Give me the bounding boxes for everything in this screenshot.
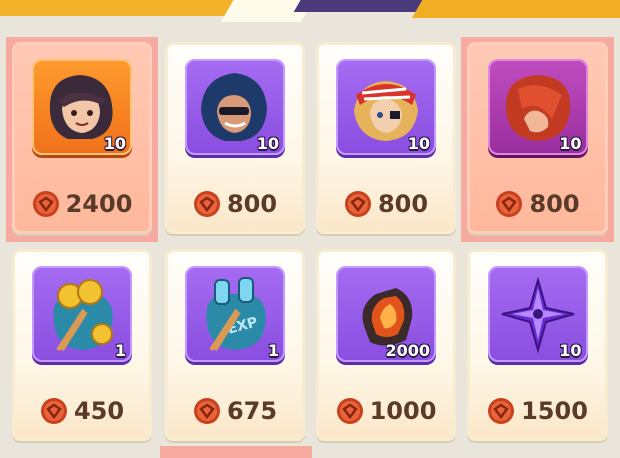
item-price: 800 <box>226 190 278 218</box>
price-tag: 675 <box>168 394 302 428</box>
item-quantity: 1 <box>267 341 279 360</box>
item-quantity: 10 <box>559 134 582 153</box>
item-tile: EXP 1 <box>185 266 285 362</box>
price-tag: 450 <box>15 394 149 428</box>
price-tag: 1500 <box>470 394 605 428</box>
coin-icon <box>344 191 371 217</box>
item-tile: 2000 <box>336 266 436 362</box>
shop-item-card[interactable]: 10 2400 <box>12 42 152 234</box>
coin-icon <box>193 398 220 424</box>
price-tag: 800 <box>319 187 453 221</box>
coin-icon <box>488 398 515 424</box>
item-price: 2400 <box>65 190 133 218</box>
item-tile: 10 <box>185 59 285 155</box>
item-quantity: 2000 <box>385 341 430 360</box>
item-quantity: 10 <box>559 341 582 360</box>
coin-icon <box>336 398 363 424</box>
item-price: 675 <box>226 397 278 425</box>
shop-item-card[interactable]: 10 800 <box>316 42 456 234</box>
coin-icon <box>40 398 67 424</box>
price-tag: 800 <box>168 187 302 221</box>
item-quantity: 10 <box>103 134 126 153</box>
coin-icon <box>496 191 523 217</box>
shop-item-card[interactable]: 10 800 <box>467 42 608 234</box>
item-tile: 10 <box>32 59 132 155</box>
top-banner-strip <box>0 0 620 26</box>
shop-item-card[interactable]: 1 450 <box>12 249 152 441</box>
shop-item-card[interactable]: EXP 1 675 <box>165 249 305 441</box>
item-price: 1500 <box>521 397 588 425</box>
item-tile: 10 <box>487 59 588 155</box>
item-price: 450 <box>73 397 125 425</box>
item-price: 800 <box>529 190 580 218</box>
price-tag: 2400 <box>15 187 149 221</box>
item-quantity: 1 <box>114 341 126 360</box>
item-quantity: 10 <box>256 134 279 153</box>
shop-item-card[interactable]: 10 1500 <box>467 249 608 441</box>
item-price: 800 <box>377 190 429 218</box>
item-tile: 10 <box>336 59 436 155</box>
shop-item-card[interactable]: 10 800 <box>165 42 305 234</box>
item-tile: 1 <box>32 266 132 362</box>
shop-item-card[interactable]: 2000 1000 <box>316 249 456 441</box>
coin-icon <box>193 191 220 217</box>
price-tag: 800 <box>470 187 605 221</box>
price-tag: 1000 <box>319 394 453 428</box>
item-price: 1000 <box>369 397 437 425</box>
item-tile: 10 <box>487 266 588 362</box>
item-quantity: 10 <box>407 134 430 153</box>
highlight-backdrop <box>160 446 312 458</box>
coin-icon <box>32 191 59 217</box>
